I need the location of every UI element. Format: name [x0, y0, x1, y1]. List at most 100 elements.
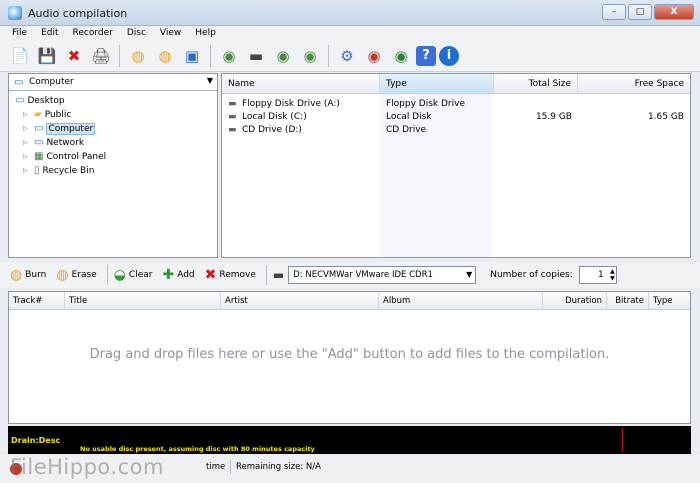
column-header-total-size[interactable]: Total Size: [494, 74, 578, 94]
remove-label: Remove: [219, 270, 256, 280]
burn-button[interactable]: ◍ Burn: [10, 267, 46, 283]
drive-type: CD Drive: [386, 125, 427, 135]
tree-item[interactable]: ▷ ▦ Control Panel: [23, 150, 106, 163]
menu-view[interactable]: View: [160, 26, 181, 40]
drive-free-space: 1.65 GB: [647, 112, 684, 122]
menu-edit[interactable]: Edit: [41, 26, 58, 40]
drive-total-size: 15.9 GB: [535, 112, 572, 122]
remove-icon: ✖: [204, 267, 217, 283]
copies-label: Number of copies:: [490, 270, 573, 280]
computer-icon: ▭: [34, 123, 44, 134]
web-icon[interactable]: ◉: [362, 44, 386, 68]
log-cursor: [622, 428, 623, 452]
tree-item[interactable]: ▷ ▯ Recycle Bin: [23, 164, 94, 177]
plus-icon: ✚: [162, 267, 175, 283]
main-toolbar: 📄 💾 ✖ 🖨 ◍ ◍ ▣ ◉ ▬ ◉ ◉ ⚙ ◉ ◉? i: [0, 40, 700, 72]
cd-drive-icon: ▬: [228, 125, 237, 135]
watermark: FileHippo.com: [10, 455, 164, 479]
help-icon[interactable]: ?: [416, 45, 436, 66]
tree-item-label: Recycle Bin: [42, 165, 95, 176]
new-icon[interactable]: 📄: [8, 44, 32, 68]
globe-icon[interactable]: ◉: [217, 44, 241, 68]
drive-free-space: [578, 124, 684, 137]
maximize-button[interactable]: □: [628, 4, 652, 20]
disc-info-icon[interactable]: ◉: [298, 44, 322, 68]
menu-disc[interactable]: Disc: [127, 26, 146, 40]
burn-disc-icon: ◍: [10, 267, 23, 283]
expand-icon[interactable]: ▷: [23, 153, 31, 160]
remove-button[interactable]: ✖ Remove: [205, 267, 256, 283]
add-button[interactable]: ✚ Add: [162, 267, 194, 283]
info-icon[interactable]: i: [439, 45, 459, 66]
drive-name: Local Disk (C:): [242, 112, 307, 122]
spin-arrows-icon[interactable]: ▲ ▼: [610, 268, 615, 282]
save-icon[interactable]: 💾: [35, 44, 59, 68]
tree-item-label: Computer: [46, 122, 96, 135]
drive-icon[interactable]: ▬: [244, 44, 268, 68]
add-label: Add: [177, 270, 195, 280]
tree-item[interactable]: ▷ ▰ Public: [23, 108, 71, 121]
log-pane: Drain:Desc No usable disc present, assum…: [8, 426, 691, 454]
drive-select-value: D: NECVMWar VMware IDE CDR1: [293, 270, 433, 280]
chevron-down-icon[interactable]: ▼: [466, 270, 472, 279]
print-icon[interactable]: 🖨: [89, 44, 113, 68]
minimize-button[interactable]: –: [602, 4, 626, 20]
chevron-down-icon[interactable]: ▼: [207, 76, 213, 85]
column-header-title[interactable]: Title: [65, 292, 221, 310]
app-icon: [8, 6, 22, 20]
tree-item[interactable]: ▷ ▭ Network: [23, 136, 84, 149]
status-time: time: [206, 462, 226, 472]
column-header-free-space[interactable]: Free Space: [578, 74, 690, 94]
computer-icon: ▭: [14, 77, 24, 88]
control-panel-icon: ▦: [34, 151, 44, 162]
network-icon: ▭: [34, 137, 44, 148]
update-icon[interactable]: ◉: [389, 44, 413, 68]
location-combo[interactable]: ▭ Computer ▼: [9, 74, 217, 91]
menu-help[interactable]: Help: [195, 26, 216, 40]
copies-stepper[interactable]: 1 ▲ ▼: [578, 266, 617, 284]
clear-button[interactable]: ◒ Clear: [114, 267, 153, 283]
menu-bar: File Edit Recorder Disc View Help: [0, 26, 700, 40]
column-header-bitrate[interactable]: Bitrate: [607, 292, 649, 310]
folder-icon: ▰: [34, 109, 42, 120]
settings-icon[interactable]: ⚙: [335, 44, 359, 68]
expand-icon[interactable]: ▷: [23, 125, 31, 132]
expand-icon[interactable]: ▷: [23, 111, 31, 118]
toolbar-separator: [119, 44, 120, 67]
recycle-bin-icon: ▯: [34, 165, 40, 176]
track-list-pane[interactable]: Track# Title Artist Album Duration Bitra…: [8, 291, 691, 424]
burn-disc-icon[interactable]: ◍: [126, 44, 150, 68]
copies-value: 1: [598, 270, 604, 280]
drive-select[interactable]: D: NECVMWar VMware IDE CDR1 ▼: [288, 266, 477, 284]
column-header-track[interactable]: Track#: [9, 292, 65, 310]
column-header-type[interactable]: Type: [649, 292, 690, 310]
tree-item[interactable]: ▭ Desktop: [15, 94, 65, 107]
close-button[interactable]: X: [654, 4, 694, 20]
erase-button[interactable]: ◍ Erase: [56, 267, 96, 283]
tree-item[interactable]: ▷ ▭ Computer: [23, 122, 96, 135]
disc-copy-icon[interactable]: ◉: [271, 44, 295, 68]
column-header-album[interactable]: Album: [379, 292, 543, 310]
window-icon[interactable]: ▣: [180, 44, 204, 68]
burn-label: Burn: [25, 270, 47, 280]
expand-icon[interactable]: ▷: [23, 167, 31, 174]
log-message: No usable disc present, assuming disc wi…: [80, 445, 315, 453]
column-header-type[interactable]: Type: [380, 74, 494, 94]
column-header-name[interactable]: Name: [222, 74, 380, 94]
tree-item-label: Control Panel: [46, 151, 107, 162]
menu-recorder[interactable]: Recorder: [73, 26, 113, 40]
column-header-artist[interactable]: Artist: [221, 292, 379, 310]
hard-disk-icon: ▬: [228, 112, 237, 122]
window-title: Audio compilation: [28, 7, 128, 20]
drive-name: CD Drive (D:): [242, 125, 302, 135]
status-bar: FileHippo.com time Remaining size: N/A: [0, 455, 700, 483]
drive-icon: ▬: [272, 268, 285, 282]
menu-file[interactable]: File: [12, 26, 27, 40]
clear-label: Clear: [128, 270, 153, 280]
column-header-duration[interactable]: Duration: [543, 292, 607, 310]
expand-icon[interactable]: ▷: [23, 139, 31, 146]
tree-item-label: Public: [44, 109, 72, 120]
status-separator: [230, 460, 231, 474]
delete-icon[interactable]: ✖: [62, 44, 86, 68]
erase-disc-icon[interactable]: ◍: [153, 44, 177, 68]
